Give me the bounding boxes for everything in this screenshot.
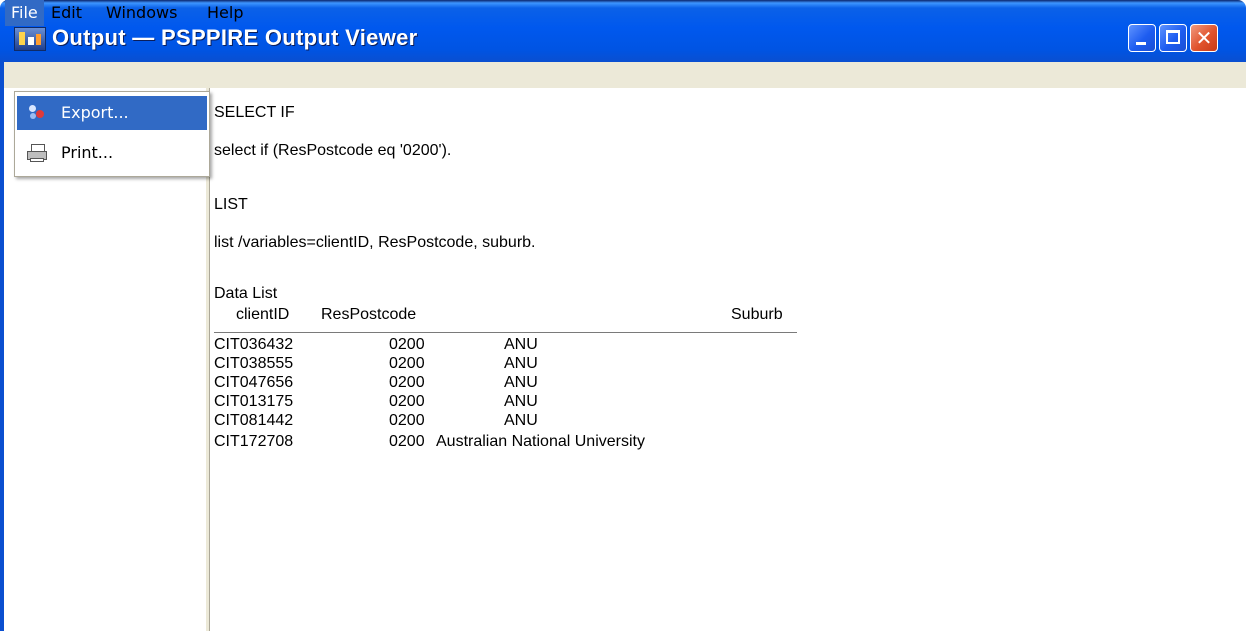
table-cell-postcode: 0200 [389,393,425,410]
table-cell-suburb: Australian National University [436,433,645,450]
table-cell-postcode: 0200 [389,412,425,429]
table-cell-clientid: CIT047656 [214,374,294,391]
column-header-clientid: clientID [236,306,290,323]
table-cell-suburb: ANU [504,355,538,372]
table-cell-postcode: 0200 [389,336,425,353]
column-header-respostcode: ResPostcode [321,306,417,323]
export-icon [29,105,45,121]
table-header-rule [214,332,797,333]
table-cell-clientid: CIT036432 [214,336,294,353]
table-cell-suburb: ANU [504,374,538,391]
list-command: list /variables=clientID, ResPostcode, s… [214,234,536,251]
close-icon: ✕ [1195,26,1213,50]
window-title: Output — PSPPIRE Output Viewer [52,25,418,50]
table-cell-postcode: 0200 [389,433,425,450]
table-cell-suburb: ANU [504,393,538,410]
pspp-app-icon[interactable] [14,27,46,51]
menu-item-export[interactable]: Export... [17,96,207,130]
menu-bar [0,62,1246,88]
table-cell-clientid: CIT172708 [214,433,294,450]
printer-icon [27,144,47,162]
select-if-heading: SELECT IF [214,104,295,121]
table-cell-clientid: CIT081442 [214,412,294,429]
menu-help[interactable]: Help [201,0,249,26]
menu-edit[interactable]: Edit [45,0,88,26]
export-label: Export... [61,103,129,122]
maximize-button[interactable] [1159,24,1187,52]
table-cell-postcode: 0200 [389,355,425,372]
table-cell-suburb: ANU [504,412,538,429]
maximize-icon [1166,30,1180,44]
column-header-suburb: Suburb [731,306,783,323]
menu-file[interactable]: File [5,0,44,26]
select-if-command: select if (ResPostcode eq '0200'). [214,142,452,159]
minimize-icon [1136,42,1146,45]
data-list-title: Data List [214,285,278,302]
print-label: Print... [61,143,114,162]
minimize-button[interactable] [1128,24,1156,52]
list-heading: LIST [214,196,248,213]
menu-windows[interactable]: Windows [100,0,183,26]
output-content-pane[interactable]: SELECT IF select if (ResPostcode eq '020… [210,88,1246,631]
file-menu-dropdown: Export... Print... [14,91,210,177]
title-bar[interactable]: Output — PSPPIRE Output Viewer ✕ [0,0,1246,62]
table-cell-clientid: CIT038555 [214,355,294,372]
output-viewer-window: Output — PSPPIRE Output Viewer ✕ File Ed… [0,0,1246,631]
table-cell-suburb: ANU [504,336,538,353]
table-cell-clientid: CIT013175 [214,393,294,410]
menu-item-print[interactable]: Print... [17,136,207,170]
close-button[interactable]: ✕ [1190,24,1218,52]
table-cell-postcode: 0200 [389,374,425,391]
